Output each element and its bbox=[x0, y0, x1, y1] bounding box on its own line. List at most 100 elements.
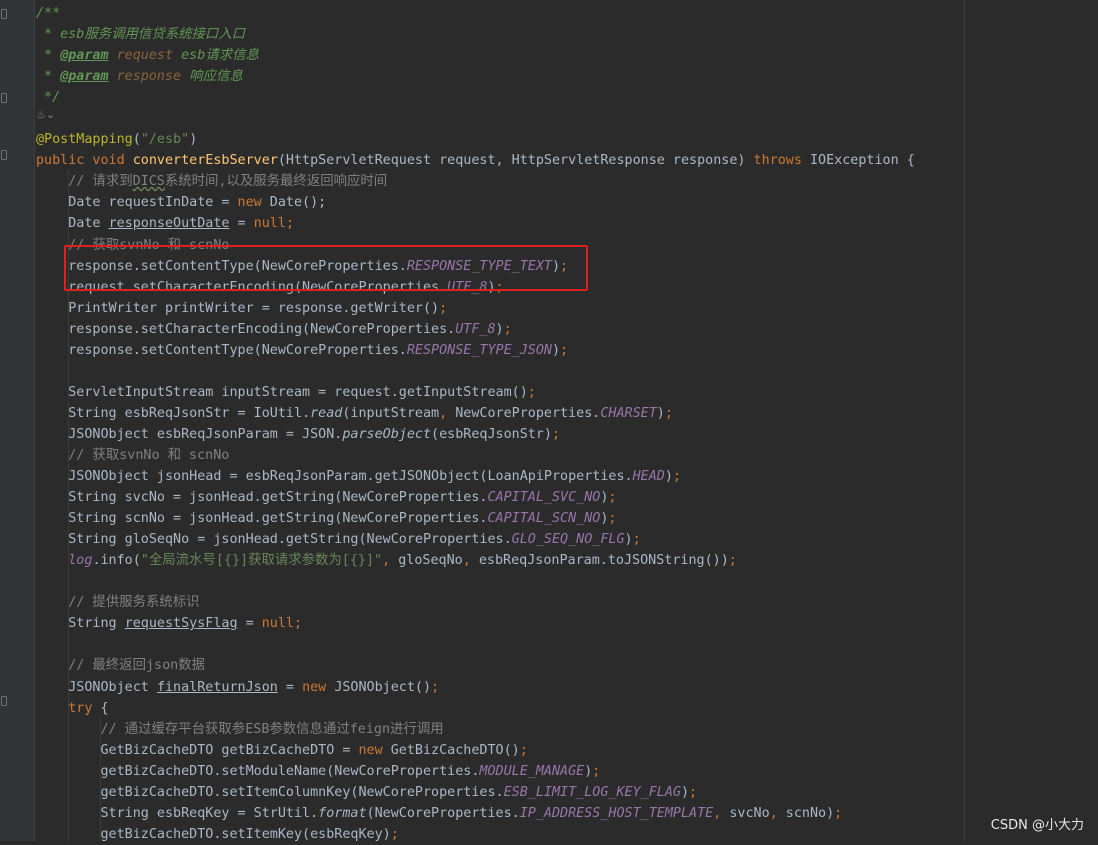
code-line[interactable]: JSONObject jsonHead = esbReqJsonParam.ge… bbox=[36, 466, 1098, 487]
code-token: "/esb" bbox=[140, 132, 190, 148]
code-token: ; bbox=[728, 553, 737, 569]
code-token: 响应信息 bbox=[181, 69, 243, 85]
code-token: request bbox=[116, 48, 174, 64]
code-line[interactable]: */ bbox=[36, 87, 1098, 108]
code-token: UTF_8 bbox=[455, 321, 496, 337]
code-token: null; bbox=[261, 616, 303, 632]
code-token: ) bbox=[495, 321, 504, 337]
code-line[interactable]: String requestSysFlag = null; bbox=[36, 613, 1098, 634]
code-line[interactable] bbox=[36, 634, 1098, 655]
code-line[interactable]: * @param request esb请求信息 bbox=[36, 45, 1098, 66]
code-token: JSONObject bbox=[36, 679, 157, 695]
code-token: RESPONSE_TYPE_JSON bbox=[406, 342, 552, 358]
code-token: format bbox=[318, 805, 367, 821]
code-line[interactable]: getBizCacheDTO.setItemColumnKey(NewCoreP… bbox=[36, 782, 1098, 803]
code-line[interactable]: try { bbox=[36, 698, 1098, 719]
code-token: = bbox=[229, 216, 254, 232]
code-token: ; bbox=[503, 321, 512, 337]
code-line[interactable]: String esbReqJsonStr = IoUtil.read(input… bbox=[36, 403, 1098, 424]
code-line[interactable]: getBizCacheDTO.setItemKey(esbReqKey); bbox=[36, 824, 1098, 845]
editor-gutter bbox=[0, 0, 35, 841]
code-token: ; bbox=[834, 805, 843, 821]
code-token: log bbox=[68, 553, 93, 569]
code-token: @PostMapping bbox=[36, 132, 133, 148]
code-line[interactable]: /** bbox=[36, 3, 1098, 24]
code-token: // 请求到 bbox=[68, 174, 133, 190]
code-line[interactable] bbox=[36, 571, 1098, 592]
code-token: ; bbox=[664, 405, 673, 421]
code-line[interactable]: JSONObject finalReturnJson = new JSONObj… bbox=[36, 677, 1098, 698]
code-line[interactable]: Date responseOutDate = null; bbox=[36, 213, 1098, 234]
code-line[interactable]: String gloSeqNo = jsonHead.getString(New… bbox=[36, 529, 1098, 550]
code-line[interactable]: // 最终返回json数据 bbox=[36, 655, 1098, 676]
highlight-box bbox=[64, 245, 588, 291]
code-line[interactable]: // 请求到DICS系统时间,以及服务最终返回响应时间 bbox=[36, 171, 1098, 192]
code-token: scnNo) bbox=[785, 805, 835, 821]
code-token: */ bbox=[36, 90, 61, 106]
code-line[interactable] bbox=[36, 108, 1098, 129]
code-line[interactable]: @PostMapping("/esb") bbox=[36, 129, 1098, 150]
code-token: gloSeqNo bbox=[398, 553, 463, 569]
code-line[interactable]: GetBizCacheDTO getBizCacheDTO = new GetB… bbox=[36, 740, 1098, 761]
code-line[interactable]: String scnNo = jsonHead.getString(NewCor… bbox=[36, 508, 1098, 529]
inlay-hint-icon[interactable]: ♨⌄ bbox=[36, 108, 55, 126]
code-token: response.setContentType(NewCorePropertie… bbox=[36, 342, 407, 358]
code-token: GLO_SEQ_NO_FLG bbox=[511, 532, 625, 548]
fold-marker-icon[interactable] bbox=[1, 93, 7, 103]
code-token: getBizCacheDTO.setModuleName(NewCoreProp… bbox=[36, 763, 480, 779]
code-editor[interactable]: /** * esb服务调用信贷系统接口入口 * @param request e… bbox=[0, 0, 1098, 842]
code-token: ; bbox=[632, 532, 641, 548]
code-token: ) bbox=[624, 532, 633, 548]
code-area[interactable]: /** * esb服务调用信贷系统接口入口 * @param request e… bbox=[36, 3, 1098, 845]
code-token: ; bbox=[527, 384, 536, 400]
code-line[interactable]: * @param response 响应信息 bbox=[36, 66, 1098, 87]
code-token: @param bbox=[60, 48, 109, 64]
code-token: // 通过缓存平台获取参ESB参数信息通过feign进行调用 bbox=[100, 721, 444, 737]
code-token: converterEsbServer bbox=[132, 153, 278, 169]
code-line[interactable]: ServletInputStream inputStream = request… bbox=[36, 382, 1098, 403]
code-line[interactable]: JSONObject esbReqJsonParam = JSON.parseO… bbox=[36, 424, 1098, 445]
code-token: (esbReqJsonStr) bbox=[431, 426, 552, 442]
code-token: "全局流水号[{}]获取请求参数为[{}]" bbox=[140, 553, 383, 569]
code-line[interactable]: // 提供服务系统标识 bbox=[36, 592, 1098, 613]
code-token: public void bbox=[36, 153, 133, 169]
code-token: = bbox=[277, 679, 303, 695]
code-line[interactable]: log.info("全局流水号[{}]获取请求参数为[{}]", gloSeqN… bbox=[36, 550, 1098, 571]
code-token: , bbox=[382, 553, 399, 569]
code-line[interactable]: response.setCharacterEncoding(NewCorePro… bbox=[36, 319, 1098, 340]
code-token: ; bbox=[560, 342, 569, 358]
code-line[interactable]: Date requestInDate = new Date(); bbox=[36, 192, 1098, 213]
code-line[interactable]: String esbReqKey = StrUtil.format(NewCor… bbox=[36, 803, 1098, 824]
code-token: // 获取svnNo 和 scnNo bbox=[68, 447, 230, 463]
fold-marker-icon[interactable] bbox=[1, 9, 7, 19]
code-line[interactable]: PrintWriter printWriter = response.getWr… bbox=[36, 298, 1098, 319]
fold-marker-icon[interactable] bbox=[1, 150, 7, 160]
code-line[interactable]: public void converterEsbServer(HttpServl… bbox=[36, 150, 1098, 171]
code-token: response.setCharacterEncoding(NewCorePro… bbox=[36, 321, 456, 337]
code-line[interactable]: // 通过缓存平台获取参ESB参数信息通过feign进行调用 bbox=[36, 719, 1098, 740]
code-line[interactable]: // 获取svnNo 和 scnNo bbox=[36, 445, 1098, 466]
fold-marker-icon[interactable] bbox=[1, 696, 7, 706]
code-line[interactable]: getBizCacheDTO.setModuleName(NewCoreProp… bbox=[36, 761, 1098, 782]
code-token: MODULE_MANAGE bbox=[479, 763, 585, 779]
code-token: * esb服务调用信贷系统接口入口 bbox=[36, 27, 246, 43]
code-line[interactable]: String svcNo = jsonHead.getString(NewCor… bbox=[36, 487, 1098, 508]
code-token: IP_ADDRESS_HOST_TEMPLATE bbox=[519, 805, 714, 821]
code-token: * bbox=[36, 48, 61, 64]
code-token: * bbox=[36, 69, 61, 85]
code-line[interactable] bbox=[36, 361, 1098, 382]
code-token: ; bbox=[439, 300, 448, 316]
code-line[interactable]: response.setContentType(NewCorePropertie… bbox=[36, 340, 1098, 361]
code-line[interactable]: * esb服务调用信贷系统接口入口 bbox=[36, 24, 1098, 45]
code-token: CHARSET bbox=[600, 405, 657, 421]
code-token: ) bbox=[680, 784, 690, 800]
code-token: response bbox=[116, 69, 182, 85]
code-token: ) bbox=[189, 132, 198, 148]
code-token: ; bbox=[672, 469, 681, 485]
